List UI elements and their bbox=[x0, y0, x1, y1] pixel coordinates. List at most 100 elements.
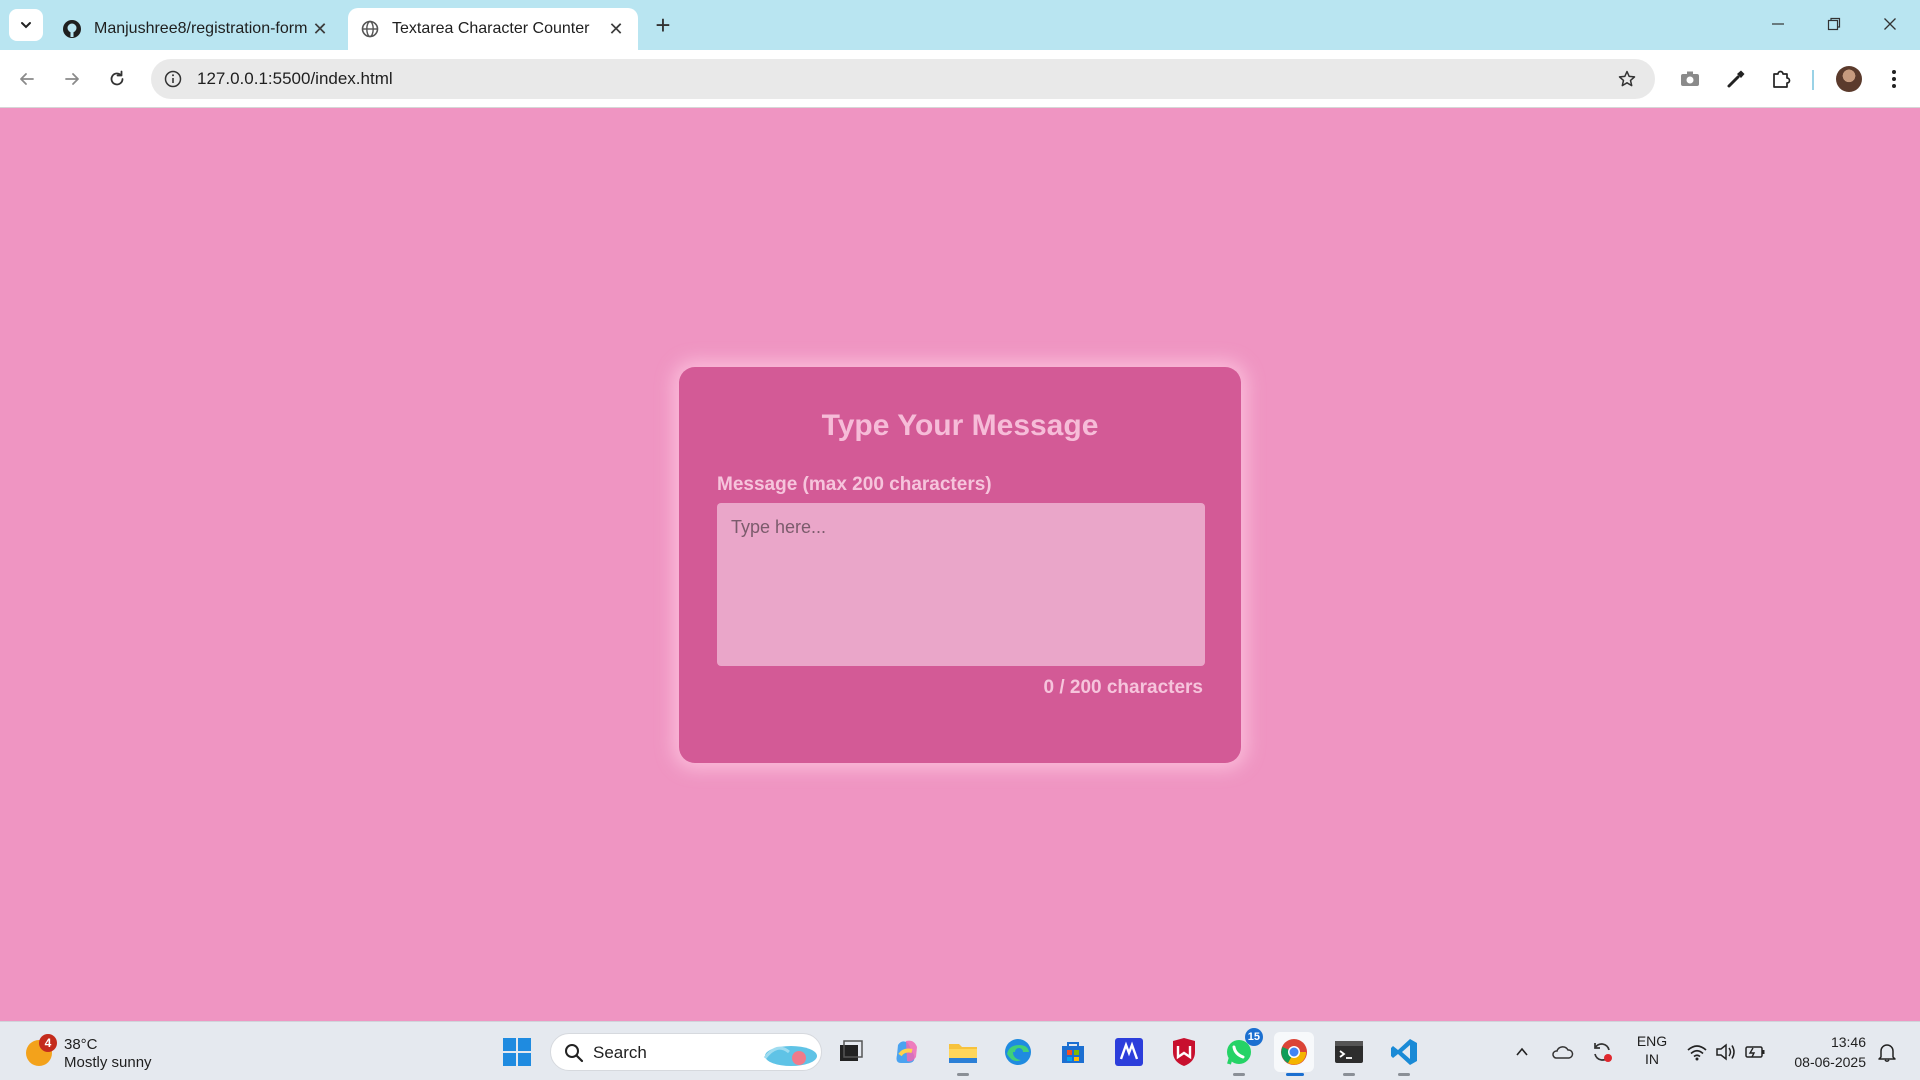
search-highlight-icon bbox=[763, 1046, 817, 1066]
speaker-icon bbox=[1716, 1043, 1735, 1061]
volume-button[interactable] bbox=[1713, 1040, 1739, 1064]
puzzle-piece-icon bbox=[1773, 70, 1791, 88]
chrome-button[interactable] bbox=[1274, 1032, 1314, 1076]
close-icon bbox=[1884, 18, 1896, 30]
windows-logo-icon bbox=[503, 1038, 531, 1066]
edge-icon bbox=[1005, 1039, 1031, 1065]
extensions-button[interactable] bbox=[1767, 65, 1795, 93]
m-app-icon bbox=[1115, 1038, 1143, 1066]
restore-icon bbox=[1827, 17, 1841, 31]
minimize-icon bbox=[1772, 23, 1784, 25]
shield-icon bbox=[1173, 1038, 1195, 1066]
tab-search-button[interactable] bbox=[9, 9, 43, 41]
address-bar[interactable]: 127.0.0.1:5500/index.html bbox=[151, 59, 1655, 99]
taskbar-search[interactable]: Search bbox=[550, 1033, 822, 1071]
weather-temperature: 38°C bbox=[64, 1036, 98, 1053]
minimize-button[interactable] bbox=[1750, 8, 1806, 40]
globe-icon bbox=[360, 19, 380, 39]
character-counter: 0 / 200 characters bbox=[1043, 677, 1203, 698]
copilot-icon bbox=[896, 1040, 917, 1063]
menu-button[interactable] bbox=[1880, 65, 1908, 93]
message-label: Message (max 200 characters) bbox=[717, 474, 992, 495]
weather-alert-badge: 4 bbox=[39, 1034, 57, 1052]
app-button-m[interactable] bbox=[1109, 1032, 1149, 1072]
profile-avatar[interactable] bbox=[1836, 66, 1862, 92]
language-region: IN bbox=[1645, 1051, 1659, 1067]
url-text[interactable]: 127.0.0.1:5500/index.html bbox=[197, 69, 393, 89]
tab-registration-form[interactable]: Manjushree8/registration-form ✕ bbox=[50, 8, 342, 50]
vscode-button[interactable] bbox=[1384, 1032, 1424, 1076]
terminal-icon bbox=[1335, 1041, 1363, 1063]
system-clock[interactable]: 13:46 08-06-2025 bbox=[1782, 1032, 1866, 1072]
clock-time: 13:46 bbox=[1830, 1034, 1866, 1050]
running-indicator bbox=[1398, 1073, 1410, 1076]
clock-date: 08-06-2025 bbox=[1794, 1054, 1866, 1070]
github-icon bbox=[62, 19, 82, 39]
reload-icon bbox=[110, 70, 124, 86]
windows-taskbar: 4 38°C Mostly sunny Search 15 ENG IN 13:… bbox=[0, 1021, 1920, 1080]
running-indicator bbox=[957, 1073, 969, 1076]
chrome-icon bbox=[1281, 1039, 1307, 1065]
cloud-icon bbox=[1552, 1046, 1574, 1059]
camera-icon bbox=[1681, 71, 1699, 86]
running-indicator bbox=[1233, 1073, 1245, 1076]
close-window-button[interactable] bbox=[1862, 8, 1918, 40]
sync-button[interactable] bbox=[1589, 1040, 1615, 1064]
wifi-icon bbox=[1687, 1045, 1707, 1061]
eyedropper-button[interactable] bbox=[1722, 65, 1750, 93]
screenshot-button[interactable] bbox=[1676, 65, 1704, 93]
weather-widget[interactable]: 4 38°C Mostly sunny bbox=[26, 1034, 166, 1071]
close-icon[interactable]: ✕ bbox=[308, 17, 332, 41]
forward-button[interactable] bbox=[56, 63, 88, 95]
close-icon[interactable]: ✕ bbox=[604, 17, 628, 41]
store-icon bbox=[1062, 1042, 1084, 1063]
start-button[interactable] bbox=[497, 1032, 537, 1072]
bell-icon bbox=[1878, 1044, 1896, 1062]
more-vertical-icon bbox=[1892, 70, 1896, 88]
edge-button[interactable] bbox=[998, 1032, 1038, 1072]
sync-icon bbox=[1594, 1043, 1612, 1062]
weather-condition: Mostly sunny bbox=[64, 1054, 152, 1071]
new-tab-button[interactable]: + bbox=[650, 10, 676, 40]
show-hidden-icons-button[interactable] bbox=[1509, 1040, 1535, 1064]
browser-toolbar: 127.0.0.1:5500/index.html bbox=[0, 50, 1920, 108]
restore-button[interactable] bbox=[1806, 8, 1862, 40]
search-placeholder: Search bbox=[593, 1043, 647, 1062]
message-textarea[interactable] bbox=[717, 503, 1205, 666]
battery-icon bbox=[1745, 1046, 1765, 1058]
mcafee-button[interactable] bbox=[1164, 1032, 1204, 1072]
chevron-up-icon bbox=[1516, 1047, 1528, 1056]
chevron-down-icon bbox=[21, 22, 31, 29]
wifi-button[interactable] bbox=[1684, 1040, 1710, 1064]
back-button[interactable] bbox=[11, 63, 43, 95]
folder-icon bbox=[949, 1044, 977, 1063]
site-info-icon[interactable] bbox=[161, 67, 185, 91]
whatsapp-button[interactable]: 15 bbox=[1219, 1028, 1263, 1076]
file-explorer-button[interactable] bbox=[943, 1032, 983, 1076]
arrow-left-icon bbox=[20, 73, 34, 85]
search-icon bbox=[563, 1042, 585, 1064]
onedrive-button[interactable] bbox=[1549, 1040, 1575, 1064]
vscode-icon bbox=[1391, 1039, 1417, 1065]
active-indicator bbox=[1286, 1073, 1304, 1076]
language-code: ENG bbox=[1636, 1033, 1668, 1049]
tab-character-counter[interactable]: Textarea Character Counter ✕ bbox=[348, 8, 638, 50]
notification-badge: 15 bbox=[1244, 1028, 1263, 1046]
bookmark-star-icon[interactable] bbox=[1615, 67, 1639, 91]
task-view-icon bbox=[840, 1040, 863, 1061]
battery-button[interactable] bbox=[1742, 1040, 1768, 1064]
arrow-right-icon bbox=[65, 73, 79, 85]
copilot-button[interactable] bbox=[887, 1032, 927, 1072]
notifications-button[interactable] bbox=[1874, 1040, 1900, 1064]
message-card: Type Your Message Message (max 200 chara… bbox=[679, 367, 1241, 763]
page-title: Type Your Message bbox=[821, 409, 1099, 442]
input-language-indicator[interactable]: ENG IN bbox=[1634, 1032, 1670, 1068]
microsoft-store-button[interactable] bbox=[1053, 1032, 1093, 1072]
reload-button[interactable] bbox=[101, 63, 133, 95]
terminal-button[interactable] bbox=[1329, 1032, 1369, 1076]
task-view-button[interactable] bbox=[831, 1032, 871, 1072]
tab-strip: Manjushree8/registration-form ✕ Textarea… bbox=[0, 0, 1920, 50]
tab-title: Textarea Character Counter bbox=[392, 20, 590, 37]
eyedropper-icon bbox=[1727, 70, 1745, 88]
tab-title: Manjushree8/registration-form bbox=[94, 20, 308, 37]
